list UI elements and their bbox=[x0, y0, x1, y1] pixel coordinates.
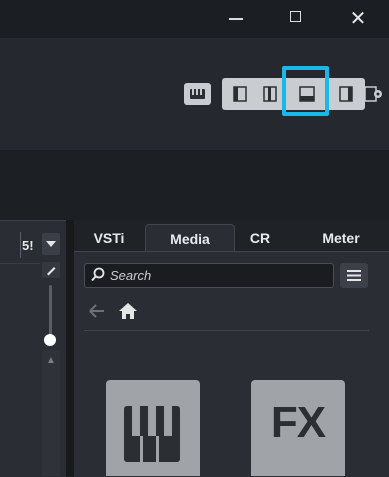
left-zone-icon bbox=[233, 86, 247, 102]
close-button[interactable]: ✕ bbox=[338, 6, 378, 30]
keyboard-button[interactable] bbox=[184, 83, 211, 105]
minimize-button[interactable] bbox=[216, 6, 256, 30]
keyboard-icon bbox=[190, 89, 205, 99]
home-icon bbox=[119, 303, 137, 319]
window-title-bar bbox=[0, 0, 389, 38]
right-zone-icon bbox=[339, 86, 353, 102]
list-view-button[interactable] bbox=[340, 263, 368, 288]
pencil-icon bbox=[47, 267, 56, 276]
search-icon bbox=[90, 267, 106, 283]
split-zone-icon bbox=[263, 86, 277, 102]
minimize-icon bbox=[229, 18, 243, 20]
back-button[interactable] bbox=[86, 300, 108, 322]
maximize-icon bbox=[290, 11, 301, 22]
fx-label: FX bbox=[270, 398, 326, 447]
maximize-button[interactable] bbox=[276, 6, 316, 30]
instruments-tile[interactable] bbox=[106, 380, 200, 476]
tab-vsti[interactable]: VSTi bbox=[82, 224, 136, 252]
search-placeholder: Search bbox=[110, 268, 152, 283]
zone-divider[interactable] bbox=[66, 220, 74, 476]
nav-divider bbox=[84, 330, 369, 331]
show-right-zone-button[interactable] bbox=[336, 84, 356, 104]
track-number: 5! bbox=[22, 238, 34, 253]
arrow-left-icon bbox=[89, 304, 104, 318]
track-separator bbox=[20, 232, 21, 258]
show-left-zone-button[interactable] bbox=[230, 84, 250, 104]
track-dropdown-button[interactable] bbox=[42, 233, 60, 255]
empty-band bbox=[0, 150, 389, 220]
list-icon bbox=[347, 270, 361, 281]
zoom-slider-handle[interactable] bbox=[44, 334, 56, 346]
scroll-up-icon[interactable]: ▲ bbox=[46, 355, 56, 366]
active-layout-highlight bbox=[282, 66, 329, 116]
vertical-scrollbar[interactable] bbox=[42, 350, 60, 476]
tab-media[interactable]: Media bbox=[145, 224, 235, 253]
window-settings-button[interactable] bbox=[363, 83, 385, 105]
chevron-down-icon bbox=[46, 241, 56, 247]
edit-button[interactable] bbox=[42, 262, 60, 278]
piano-keys-icon bbox=[124, 406, 180, 462]
tab-cr[interactable]: CR bbox=[240, 224, 280, 252]
home-button[interactable] bbox=[117, 300, 139, 322]
window-settings-icon bbox=[364, 86, 382, 102]
tab-meter[interactable]: Meter bbox=[305, 224, 377, 252]
show-left-right-zone-button[interactable] bbox=[260, 84, 280, 104]
